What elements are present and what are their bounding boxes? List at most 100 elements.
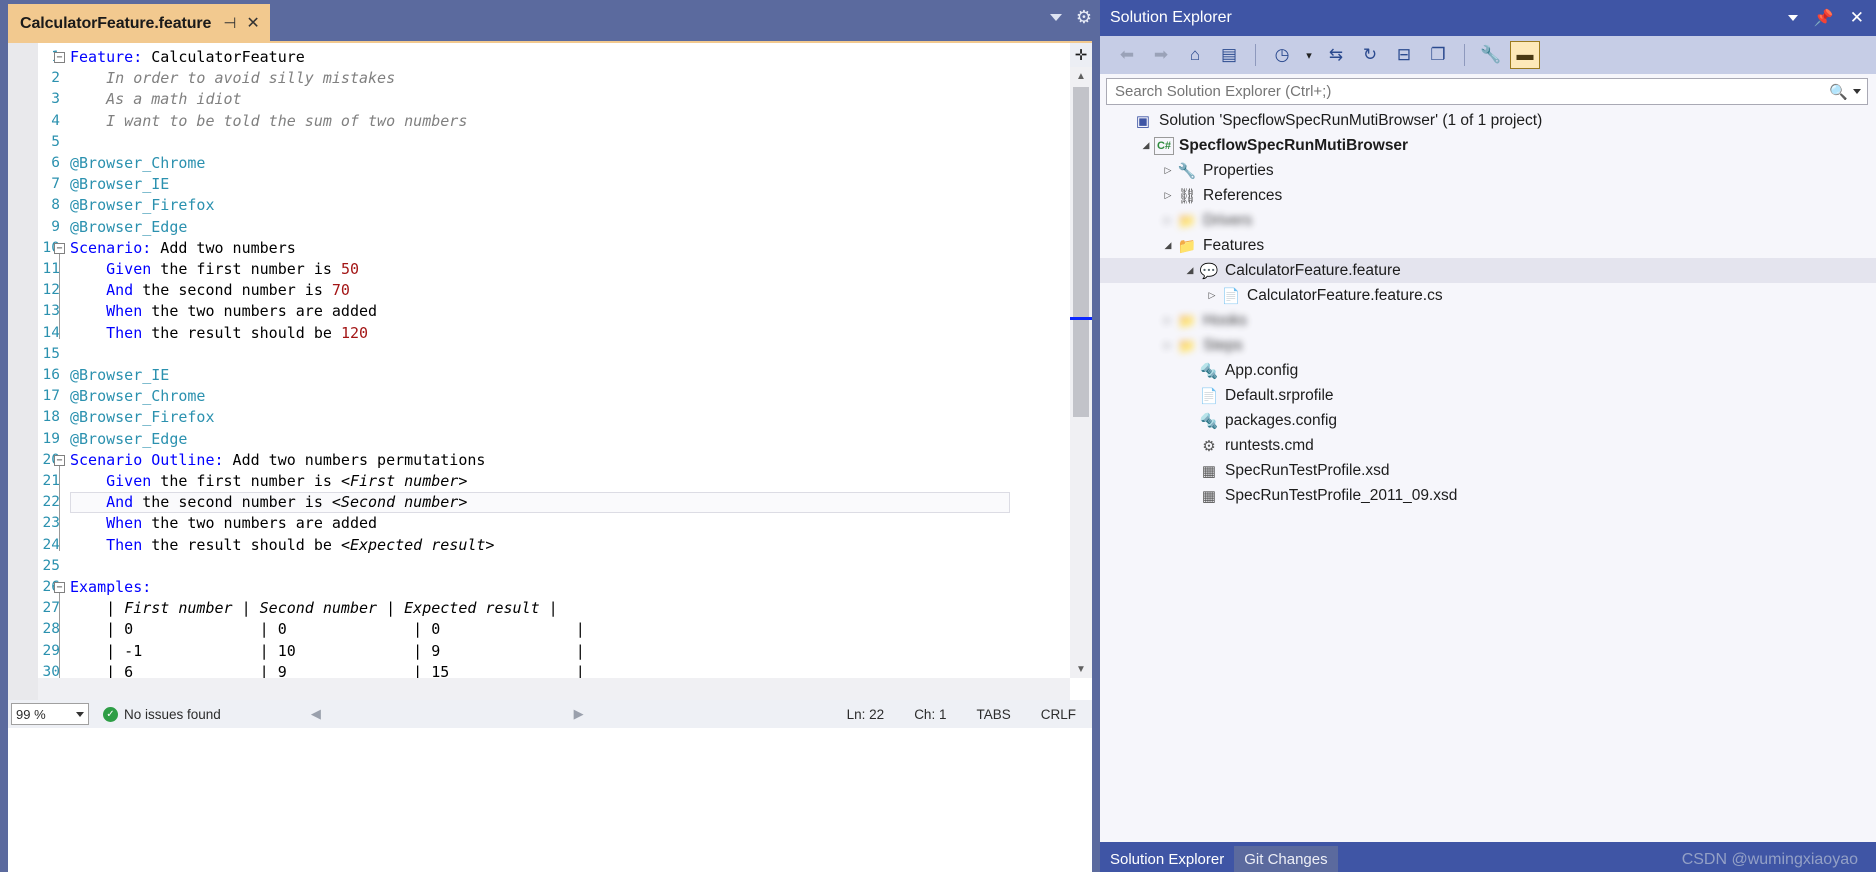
tree-item-references[interactable]: ▷ ⛓ References <box>1100 183 1876 208</box>
code-line[interactable]: 10− Scenario: Add two numbers <box>8 238 1070 259</box>
back-icon[interactable]: ⬅ <box>1112 41 1142 69</box>
zoom-level-selector[interactable]: 99 % <box>11 703 89 725</box>
collapse-all-icon[interactable]: ⊟ <box>1389 41 1419 69</box>
editor-vertical-scrollbar[interactable]: ▲ ▼ <box>1070 67 1092 678</box>
code-line[interactable]: 25 <box>8 556 1070 577</box>
sync-with-active-document-icon[interactable]: ⇆ <box>1321 41 1351 69</box>
code-line[interactable]: 6 @Browser_Chrome <box>8 153 1070 174</box>
code-editor[interactable]: 1−Feature: CalculatorFeature2 In order t… <box>8 41 1092 700</box>
code-line[interactable]: 5 <box>8 132 1070 153</box>
expand-arrow-icon[interactable]: ▷ <box>1160 215 1176 226</box>
expand-arrow-icon[interactable]: ▷ <box>1160 315 1176 326</box>
code-line[interactable]: 23 When the two numbers are added <box>8 513 1070 534</box>
pin-panel-icon[interactable]: 📌 <box>1814 8 1834 28</box>
code-line[interactable]: 19 @Browser_Edge <box>8 429 1070 450</box>
show-all-files-icon[interactable]: ❐ <box>1423 41 1453 69</box>
code-line[interactable]: 18 @Browser_Firefox <box>8 407 1070 428</box>
panel-menu-chevron-down-icon[interactable] <box>1787 15 1798 21</box>
expand-arrow-icon[interactable]: ▷ <box>1160 190 1176 201</box>
code-line[interactable]: 8 @Browser_Firefox <box>8 195 1070 216</box>
code-line[interactable]: 26− Examples: <box>8 577 1070 598</box>
active-files-chevron-down-icon[interactable] <box>1049 13 1062 21</box>
tree-item-specflowspecrunmutibrowser[interactable]: ◢ C# SpecflowSpecRunMutiBrowser <box>1100 133 1876 158</box>
code-line[interactable]: 16 @Browser_IE <box>8 365 1070 386</box>
preview-selected-items-icon[interactable]: ▬ <box>1510 41 1540 69</box>
tree-item-features[interactable]: ◢ 📁 Features <box>1100 233 1876 258</box>
dropdown-caret-icon[interactable]: ▾ <box>1301 41 1317 69</box>
fold-toggle-icon[interactable]: − <box>54 582 65 593</box>
tree-item-calculatorfeature-feature[interactable]: ◢ 💬 CalculatorFeature.feature <box>1100 258 1876 283</box>
chevron-down-icon[interactable] <box>76 711 84 717</box>
scroll-up-arrow-icon[interactable]: ▲ <box>1070 67 1092 85</box>
fold-toggle-icon[interactable]: − <box>54 52 65 63</box>
toolbar-separator <box>1464 44 1465 66</box>
search-icon[interactable]: 🔍 <box>1829 83 1848 101</box>
tree-item-hooks[interactable]: ▷ 📁 Hooks <box>1100 308 1876 333</box>
code-line[interactable]: 29 | -1 | 10 | 9 | <box>8 641 1070 662</box>
code-line[interactable]: 20− Scenario Outline: Add two numbers per… <box>8 450 1070 471</box>
status-nav-arrows[interactable]: ◀ ▶ <box>311 706 584 722</box>
config-file-icon: 🔩 <box>1199 362 1219 380</box>
tree-item-specruntestprofile-2011-09-xsd[interactable]: ▦ SpecRunTestProfile_2011_09.xsd <box>1100 483 1876 508</box>
code-line[interactable]: 21 Given the first number is <First numb… <box>8 471 1070 492</box>
code-text-area[interactable]: 1−Feature: CalculatorFeature2 In order t… <box>8 43 1070 700</box>
pending-changes-icon[interactable]: ◷ <box>1267 41 1297 69</box>
gear-icon[interactable]: ⚙ <box>1076 8 1092 26</box>
fold-toggle-icon[interactable]: − <box>54 454 65 466</box>
code-line[interactable]: 11 Given the first number is 50 <box>8 259 1070 280</box>
editor-horizontal-scrollbar[interactable] <box>38 678 1070 700</box>
code-line[interactable]: 12 And the second number is 70 <box>8 280 1070 301</box>
code-line[interactable]: 2 In order to avoid silly mistakes <box>8 68 1070 89</box>
tree-item-default-srprofile[interactable]: 📄 Default.srprofile <box>1100 383 1876 408</box>
editor-tab-calculatorfeature[interactable]: CalculatorFeature.feature ⊣ ✕ <box>8 4 270 41</box>
tree-item-steps[interactable]: ▷ 📁 Steps <box>1100 333 1876 358</box>
tree-item-runtests-cmd[interactable]: ⚙ runtests.cmd <box>1100 433 1876 458</box>
solution-views-icon[interactable]: ▤ <box>1214 41 1244 69</box>
panel-tab-git-changes[interactable]: Git Changes <box>1234 846 1338 872</box>
pin-tab-icon[interactable]: ⊣ <box>223 16 236 31</box>
code-line[interactable]: 14 Then the result should be 120 <box>8 323 1070 344</box>
folder-icon: 📁 <box>1177 237 1197 255</box>
panel-tab-solution-explorer[interactable]: Solution Explorer <box>1100 846 1235 872</box>
properties-wrench-icon[interactable]: 🔧 <box>1476 41 1506 69</box>
close-tab-icon[interactable]: ✕ <box>246 15 259 32</box>
code-line[interactable]: 27 | First number | Second number | Expe… <box>8 598 1070 619</box>
tree-item-properties[interactable]: ▷ 🔧 Properties <box>1100 158 1876 183</box>
search-solution-explorer-box[interactable]: 🔍 <box>1106 78 1868 105</box>
tree-item-specruntestprofile-xsd[interactable]: ▦ SpecRunTestProfile.xsd <box>1100 458 1876 483</box>
split-view-icon[interactable]: ✛ <box>1070 43 1092 67</box>
code-line[interactable]: 15 <box>8 344 1070 365</box>
code-line[interactable]: 4 I want to be told the sum of two numbe… <box>8 111 1070 132</box>
vertical-scroll-thumb[interactable] <box>1073 87 1089 417</box>
code-line-text: Then the result should be 120 <box>70 323 369 342</box>
code-line[interactable]: 28 | 0 | 0 | 0 | <box>8 619 1070 640</box>
expand-arrow-icon[interactable]: ▷ <box>1160 165 1176 176</box>
refresh-icon[interactable]: ↻ <box>1355 41 1385 69</box>
home-icon[interactable]: ⌂ <box>1180 41 1210 69</box>
code-line[interactable]: 3 As a math idiot <box>8 89 1070 110</box>
code-line[interactable]: 9 @Browser_Edge <box>8 217 1070 238</box>
close-panel-icon[interactable]: ✕ <box>1850 8 1864 28</box>
code-line[interactable]: 13 When the two numbers are added <box>8 301 1070 322</box>
tree-item-drivers[interactable]: ▷ 📁 Drivers <box>1100 208 1876 233</box>
tree-item-solution-specflowspecrunmutibrowser-1-of-1-project[interactable]: ▣ Solution 'SpecflowSpecRunMutiBrowser' (… <box>1100 108 1876 133</box>
fold-toggle-icon[interactable]: − <box>54 242 65 254</box>
collapse-arrow-icon[interactable]: ◢ <box>1138 140 1154 151</box>
tree-item-packages-config[interactable]: 🔩 packages.config <box>1100 408 1876 433</box>
expand-arrow-icon[interactable]: ▷ <box>1160 340 1176 351</box>
forward-icon[interactable]: ➡ <box>1146 41 1176 69</box>
expand-arrow-icon[interactable]: ▷ <box>1204 290 1220 301</box>
code-line[interactable]: 7 @Browser_IE <box>8 174 1070 195</box>
collapse-arrow-icon[interactable]: ◢ <box>1160 240 1176 251</box>
code-line[interactable]: 22 And the second number is <Second numb… <box>8 492 1070 513</box>
search-options-chevron-down-icon[interactable] <box>1853 89 1861 94</box>
tree-item-app-config[interactable]: 🔩 App.config <box>1100 358 1876 383</box>
collapse-arrow-icon[interactable]: ◢ <box>1182 265 1198 276</box>
solution-tree[interactable]: ▣ Solution 'SpecflowSpecRunMutiBrowser' (… <box>1100 108 1876 508</box>
code-line[interactable]: 24 Then the result should be <Expected r… <box>8 535 1070 556</box>
code-line[interactable]: 17 @Browser_Chrome <box>8 386 1070 407</box>
scroll-down-arrow-icon[interactable]: ▼ <box>1070 660 1092 678</box>
search-input[interactable] <box>1113 79 1830 104</box>
tree-item-calculatorfeature-feature-cs[interactable]: ▷ 📄 CalculatorFeature.feature.cs <box>1100 283 1876 308</box>
code-line[interactable]: 1−Feature: CalculatorFeature <box>8 47 1070 68</box>
